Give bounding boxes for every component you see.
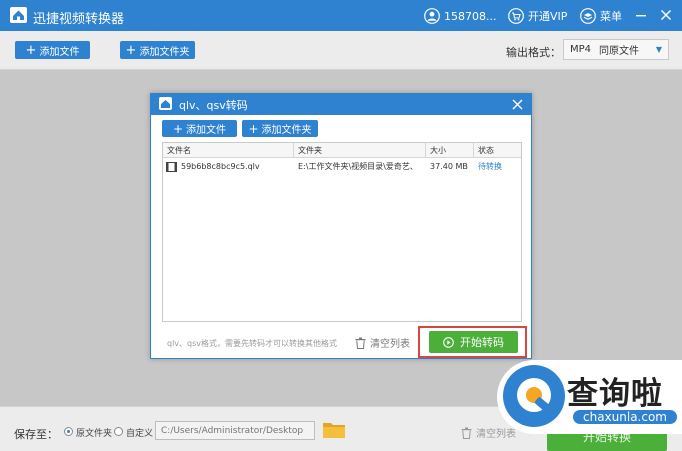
user-id: 158708...	[444, 9, 497, 23]
column-header-status[interactable]: 状态	[474, 143, 521, 158]
trash-icon	[461, 427, 472, 439]
output-format-label: 输出格式：	[506, 46, 561, 59]
layers-icon	[580, 8, 596, 24]
qlv-transcode-dialog: qlv、qsv转码 + 添加文件 + 添加文件夹 文件名 文件夹 大小 状态 5…	[150, 93, 532, 359]
watermark-logo-icon	[503, 365, 565, 427]
watermark-domain: chaxunla.com	[573, 410, 677, 424]
output-format-value: MP4	[570, 44, 592, 55]
house-logo-icon	[159, 97, 172, 110]
output-format-quality: 同原文件	[599, 46, 640, 57]
close-button[interactable]	[657, 6, 675, 24]
file-status[interactable]: 待转换	[478, 159, 520, 175]
file-folder: E:\工作文件夹\视频目录\爱奇艺、	[298, 162, 418, 171]
file-size: 37.40 MB	[430, 162, 468, 171]
plus-icon: +	[248, 121, 259, 136]
start-transcode-button[interactable]: 开始转码	[429, 331, 518, 353]
plus-icon: +	[125, 42, 137, 58]
title-bar: 迅捷视频转换器 158708... 开通VIP 菜单	[0, 0, 682, 31]
close-icon	[660, 9, 672, 21]
watermark-text: 查询啦	[567, 376, 663, 412]
user-icon	[424, 8, 440, 24]
radio-custom-folder[interactable]	[114, 427, 123, 436]
house-logo-icon	[10, 7, 27, 23]
plus-icon: +	[172, 121, 184, 136]
dialog-close-button[interactable]	[509, 96, 525, 112]
folder-icon[interactable]	[323, 421, 345, 438]
trash-icon	[355, 337, 366, 349]
output-format-select[interactable]: MP4 同原文件 ▼	[563, 39, 669, 60]
column-header-size[interactable]: 大小	[426, 143, 474, 158]
dialog-clear-list-button[interactable]: 清空列表	[355, 335, 410, 350]
radio-source-folder[interactable]	[64, 427, 73, 436]
minimize-button[interactable]	[632, 6, 650, 24]
add-file-button[interactable]: + 添加文件	[15, 41, 90, 59]
user-account[interactable]: 158708...	[424, 7, 496, 25]
close-icon	[511, 98, 523, 110]
play-circle-icon	[443, 336, 454, 348]
cart-icon	[508, 8, 524, 24]
clear-list-bottom-button[interactable]: 清空列表	[461, 425, 516, 440]
table-row[interactable]: 59b6b8c8bc9c5.qlv E:\工作文件夹\视频目录\爱奇艺、 37.…	[163, 159, 521, 175]
column-header-folder[interactable]: 文件夹	[294, 143, 426, 158]
file-table: 文件名 文件夹 大小 状态 59b6b8c8bc9c5.qlv E:\工作文件夹…	[162, 142, 522, 322]
radio-custom-folder-label: 自定义	[126, 429, 154, 439]
dialog-title-bar: qlv、qsv转码	[151, 94, 531, 115]
menu-label: 菜单	[600, 10, 622, 23]
plus-icon: +	[25, 42, 37, 58]
app-title: 迅捷视频转换器	[33, 12, 125, 27]
watermark: 查询啦 chaxunla.com	[497, 360, 682, 434]
dialog-title: qlv、qsv转码	[179, 99, 248, 112]
dialog-add-folder-button[interactable]: + 添加文件夹	[242, 120, 318, 137]
table-header: 文件名 文件夹 大小 状态	[163, 143, 521, 158]
dialog-add-file-button[interactable]: + 添加文件	[162, 120, 237, 137]
save-to-label: 保存至：	[14, 428, 58, 441]
add-folder-button[interactable]: + 添加文件夹	[120, 41, 195, 59]
radio-source-folder-label: 原文件夹	[76, 429, 113, 439]
column-header-name[interactable]: 文件名	[163, 143, 294, 158]
save-path-input[interactable]	[155, 421, 315, 440]
file-name: 59b6b8c8bc9c5.qlv	[181, 162, 260, 171]
vip-button[interactable]: 开通VIP	[508, 7, 567, 25]
video-file-icon	[166, 162, 177, 172]
menu-button[interactable]: 菜单	[580, 7, 622, 25]
main-toolbar: + 添加文件 + 添加文件夹 输出格式： MP4 同原文件 ▼	[0, 31, 682, 70]
chevron-down-icon: ▼	[655, 45, 662, 54]
dialog-note: qlv、qsv格式，需要先转码才可以转换其他格式	[167, 339, 338, 348]
minimize-icon	[636, 15, 646, 17]
vip-label: 开通VIP	[528, 10, 568, 23]
